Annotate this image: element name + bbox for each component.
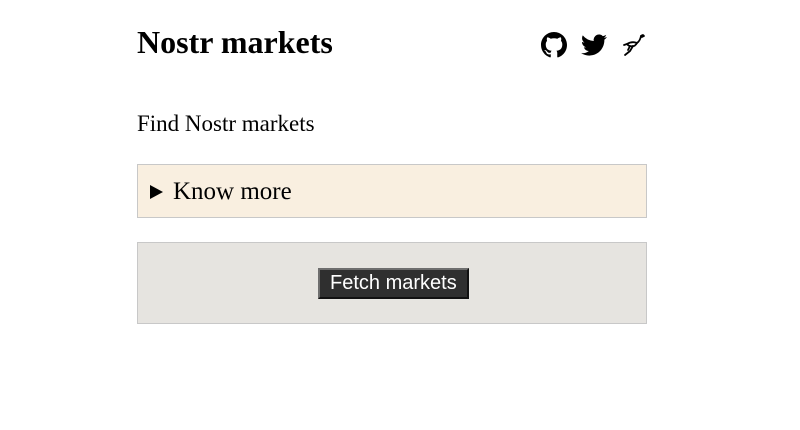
fetch-panel: Fetch markets [137, 242, 647, 324]
nostr-link[interactable] [621, 32, 647, 58]
page-container: Nostr markets Find Nostr markets Know mo… [137, 0, 647, 324]
github-icon [541, 32, 567, 58]
nostr-ostrich-icon [623, 34, 645, 56]
twitter-link[interactable] [581, 32, 607, 58]
fetch-markets-button[interactable]: Fetch markets [318, 268, 469, 299]
github-link[interactable] [541, 32, 567, 58]
know-more-details: Know more [137, 164, 647, 218]
page-subtitle: Find Nostr markets [137, 111, 315, 136]
social-links [541, 32, 647, 58]
disclosure-triangle-icon [150, 185, 163, 199]
know-more-summary[interactable]: Know more [150, 177, 292, 207]
twitter-icon [581, 34, 607, 56]
page-header: Nostr markets [137, 0, 647, 80]
page-title: Nostr markets [137, 24, 333, 60]
know-more-label: Know more [173, 178, 292, 205]
